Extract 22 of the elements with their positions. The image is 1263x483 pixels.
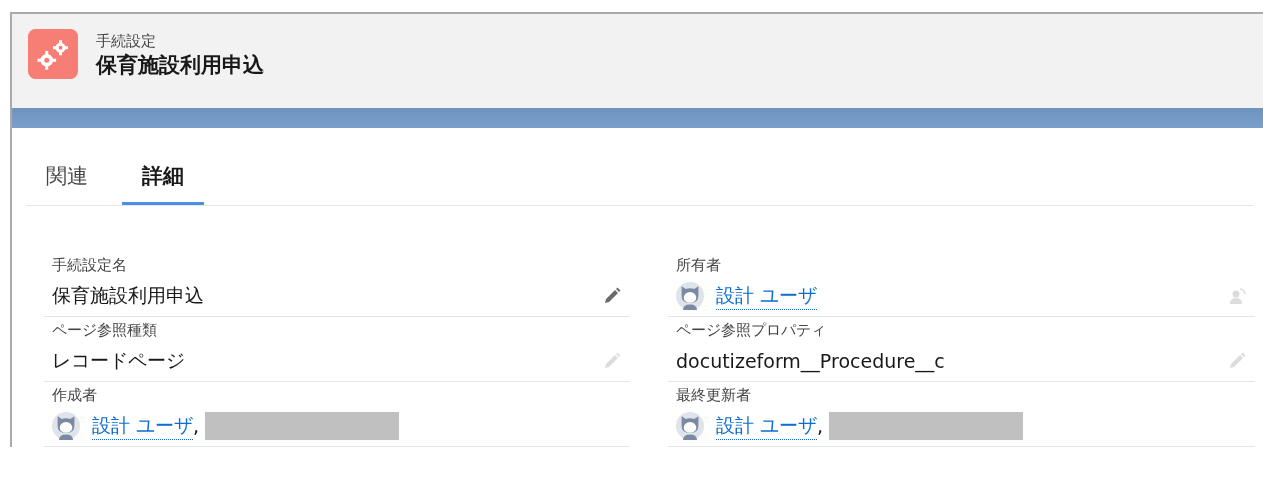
field-label: 作成者	[52, 385, 98, 406]
field-value: 保育施設利用申込	[52, 283, 204, 308]
user-link[interactable]: 設計 ユーザ	[716, 412, 818, 440]
field-label: 最終更新者	[676, 385, 752, 406]
user-link[interactable]: 設計 ユーザ	[92, 412, 194, 440]
comma-separator: ,	[817, 415, 824, 437]
user-link[interactable]: 設計 ユーザ	[716, 282, 818, 310]
tab[interactable]: 関連	[26, 152, 108, 205]
object-type-label: 手続設定	[96, 31, 157, 51]
avatar-icon	[676, 282, 704, 310]
avatar-icon	[676, 412, 704, 440]
field-value: レコードページ	[52, 348, 185, 373]
record-title: 保育施設利用申込	[96, 51, 264, 79]
avatar-icon	[52, 412, 80, 440]
edit-pencil-icon[interactable]	[602, 286, 622, 306]
field-value: docutizeform__Procedure__c	[676, 350, 945, 372]
tab[interactable]: 詳細	[122, 152, 204, 205]
comma-separator: ,	[193, 415, 200, 437]
field-label: ページ参照種類	[52, 320, 158, 341]
field-label: 手続設定名	[52, 255, 128, 276]
field-label: ページ参照プロパティ	[676, 320, 827, 341]
field-label: 所有者	[676, 255, 722, 276]
